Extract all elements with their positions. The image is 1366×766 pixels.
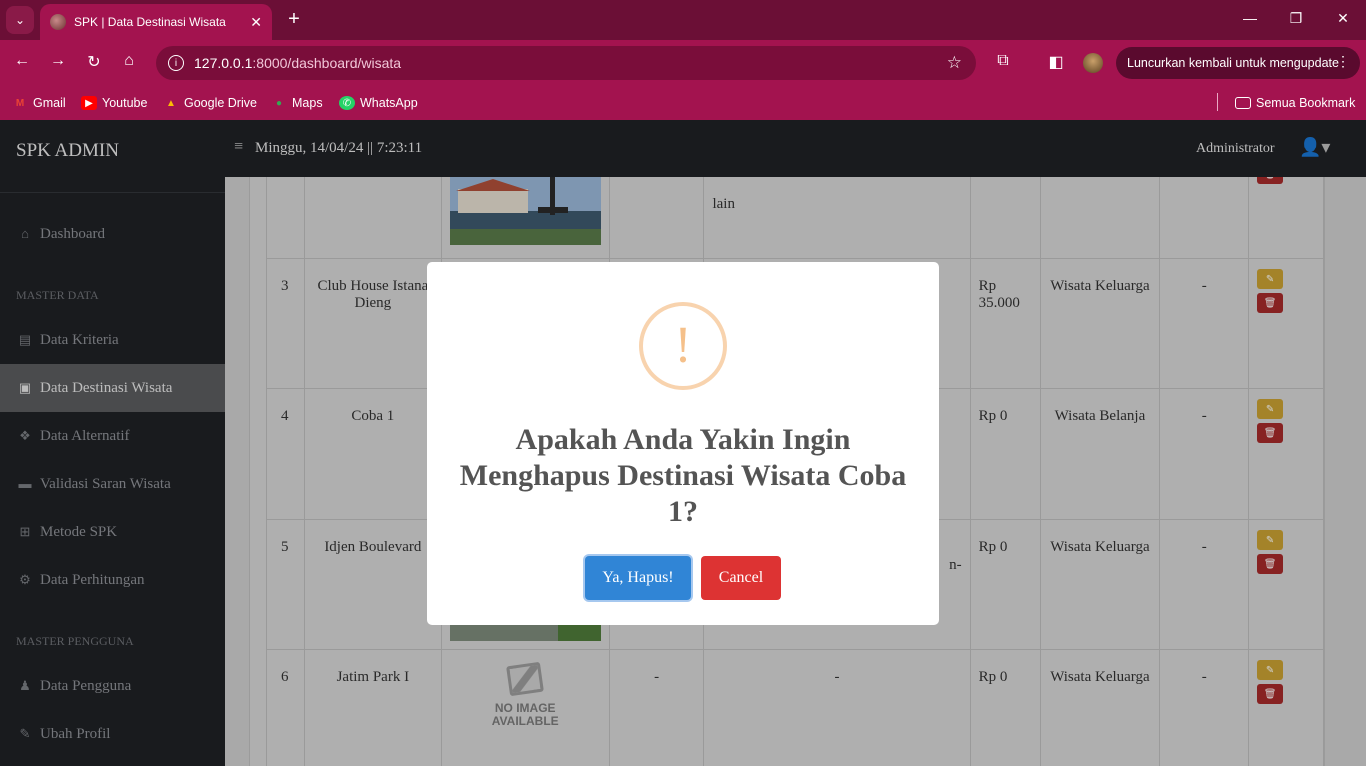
window-close-icon[interactable]: ✕ <box>1333 10 1353 27</box>
browser-toolbar: ← → ↻ ⌂ i 127.0.0.1:8000/dashboard/wisat… <box>0 40 1366 86</box>
all-bookmarks[interactable]: Semua Bookmark <box>1235 93 1355 113</box>
tab-close-icon[interactable]: ✕ <box>250 14 262 31</box>
gmail-icon: M <box>15 97 25 109</box>
folder-icon <box>1235 97 1251 109</box>
address-bar[interactable]: i 127.0.0.1:8000/dashboard/wisata ☆ <box>156 46 976 80</box>
confirm-delete-button[interactable]: Ya, Hapus! <box>585 556 691 600</box>
site-info-icon[interactable]: i <box>168 55 184 71</box>
tab-favicon-icon <box>50 14 66 30</box>
more-menu-icon[interactable]: ⋮ <box>1336 53 1350 70</box>
forward-icon[interactable]: → <box>47 52 69 70</box>
url-path: :8000/dashboard/wisata <box>252 55 402 71</box>
bookmarks-bar: M Gmail ▶ Youtube ▲ Google Drive ● Maps … <box>0 86 1366 120</box>
confirm-delete-dialog: ! Apakah Anda Yakin Ingin Menghapus Dest… <box>427 262 939 625</box>
home-icon[interactable]: ⌂ <box>118 52 140 70</box>
all-bookmarks-label: Semua Bookmark <box>1256 96 1356 110</box>
bookmark-youtube[interactable]: ▶ Youtube <box>81 93 147 113</box>
maps-icon: ● <box>275 97 283 109</box>
bookmark-gmail[interactable]: M Gmail <box>12 93 66 113</box>
bookmark-label: Youtube <box>102 96 148 110</box>
whatsapp-icon: ✆ <box>339 96 355 110</box>
reload-icon[interactable]: ↻ <box>83 52 105 72</box>
minimize-icon[interactable]: — <box>1240 10 1260 26</box>
warning-icon: ! <box>639 302 727 390</box>
bookmark-label: Google Drive <box>184 96 257 110</box>
dialog-title: Apakah Anda Yakin Ingin Menghapus Destin… <box>459 423 907 528</box>
cancel-button[interactable]: Cancel <box>701 556 781 600</box>
relaunch-update-button[interactable]: Luncurkan kembali untuk mengupdate ⋮ <box>1116 47 1360 79</box>
extensions-icon[interactable]: ⧉ <box>992 52 1014 70</box>
back-icon[interactable]: ← <box>11 52 33 70</box>
bookmark-whatsapp[interactable]: ✆ WhatsApp <box>339 93 418 113</box>
profile-avatar[interactable] <box>1083 53 1103 73</box>
bookmark-maps[interactable]: ● Maps <box>271 93 323 113</box>
bookmark-label: WhatsApp <box>360 96 418 110</box>
youtube-icon: ▶ <box>81 96 97 110</box>
relaunch-label: Luncurkan kembali untuk mengupdate <box>1127 56 1339 70</box>
browser-tab[interactable]: SPK | Data Destinasi Wisata ✕ <box>40 4 272 40</box>
bookmark-google-drive[interactable]: ▲ Google Drive <box>163 93 257 113</box>
drive-icon: ▲ <box>166 97 176 109</box>
new-tab-plus-icon[interactable]: + <box>282 8 306 31</box>
tab-title: SPK | Data Destinasi Wisata <box>74 15 226 29</box>
url-host: 127.0.0.1 <box>194 55 253 71</box>
bookmark-star-icon[interactable]: ☆ <box>947 53 962 73</box>
side-panel-icon[interactable]: ◧ <box>1045 52 1067 72</box>
bookmarks-divider <box>1217 93 1218 111</box>
tab-search-chevron-icon[interactable]: ⌄ <box>6 6 34 34</box>
browser-tab-bar: ⌄ SPK | Data Destinasi Wisata ✕ + — ❐ ✕ <box>0 0 1366 40</box>
bookmark-label: Maps <box>292 96 323 110</box>
bookmark-label: Gmail <box>33 96 66 110</box>
restore-icon[interactable]: ❐ <box>1286 10 1306 27</box>
